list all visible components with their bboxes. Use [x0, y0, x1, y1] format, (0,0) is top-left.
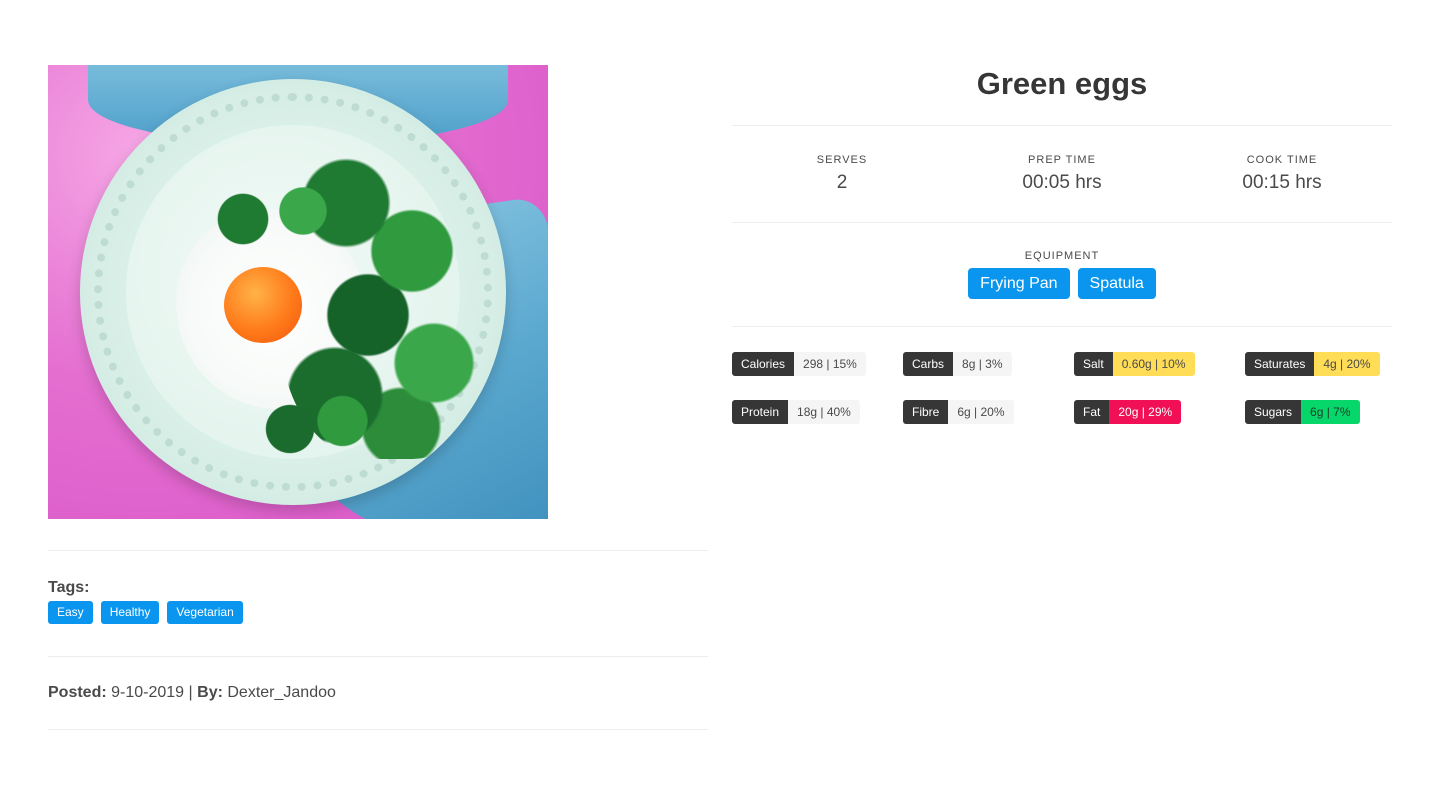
posted-separator: |: [188, 684, 193, 701]
stat-serves: SERVES 2: [732, 154, 952, 194]
posted-author[interactable]: Dexter_Jandoo: [227, 684, 336, 701]
nutrition-sugars-value: 6g | 7%: [1301, 400, 1360, 424]
stat-serves-label: SERVES: [816, 154, 868, 166]
recipe-stats: SERVES 2 PREP TIME 00:05 hrs COOK TIME 0…: [732, 126, 1392, 222]
nutrition-carbs-value: 8g | 3%: [953, 352, 1012, 376]
nutrition-protein-value: 18g | 40%: [788, 400, 860, 424]
nutrition-carbs-label: Carbs: [903, 352, 954, 376]
stat-cook-value: 00:15 hrs: [1242, 172, 1322, 193]
nutrition-fat-value: 20g | 29%: [1109, 400, 1182, 424]
nutrition-sugars: Sugars 6g | 7%: [1245, 400, 1416, 424]
photo-greens-bottom: [230, 389, 380, 469]
tags-label: Tags:: [48, 579, 90, 596]
nutrition-calories-label: Calories: [732, 352, 795, 376]
tag-vegetarian[interactable]: Vegetarian: [167, 601, 243, 624]
posted-date: 9-10-2019: [111, 684, 185, 701]
nutrition-fat-label: Fat: [1074, 400, 1110, 424]
photo-egg-yolk: [224, 267, 302, 343]
equipment-list: Frying Pan Spatula: [732, 268, 1392, 299]
posted-info: Posted: 9-10-2019 | By: Dexter_Jandoo: [48, 657, 708, 729]
photo-plate: [80, 79, 506, 505]
stat-prep: PREP TIME 00:05 hrs: [952, 154, 1172, 194]
tag-healthy[interactable]: Healthy: [100, 601, 160, 624]
nutrition-grid: Calories 298 | 15% Carbs 8g | 3% Salt 0.…: [732, 327, 1392, 424]
stat-prep-value: 00:05 hrs: [1022, 172, 1102, 193]
equipment-label: EQUIPMENT: [1024, 250, 1100, 262]
stat-cook-label: COOK TIME: [1246, 154, 1318, 166]
nutrition-calories: Calories 298 | 15%: [732, 352, 903, 376]
nutrition-protein: Protein 18g | 40%: [732, 400, 903, 424]
tag-easy[interactable]: Easy: [48, 601, 93, 624]
photo-greens-left: [198, 179, 348, 259]
nutrition-fibre-label: Fibre: [903, 400, 949, 424]
nutrition-fibre-value: 6g | 20%: [948, 400, 1014, 424]
stat-cook: COOK TIME 00:15 hrs: [1172, 154, 1392, 194]
nutrition-fat: Fat 20g | 29%: [1074, 400, 1245, 424]
nutrition-saturates: Saturates 4g | 20%: [1245, 352, 1416, 376]
nutrition-sugars-label: Sugars: [1245, 400, 1302, 424]
equipment-spatula[interactable]: Spatula: [1077, 268, 1156, 299]
divider-posted-bottom: [48, 729, 708, 730]
nutrition-salt: Salt 0.60g | 10%: [1074, 352, 1245, 376]
by-label: By:: [197, 684, 223, 701]
nutrition-calories-value: 298 | 15%: [794, 352, 866, 376]
nutrition-fibre: Fibre 6g | 20%: [903, 400, 1074, 424]
posted-label: Posted:: [48, 684, 107, 701]
recipe-title: Green eggs: [976, 66, 1148, 101]
recipe-right-column: Green eggs SERVES 2 PREP TIME 00:05 hrs …: [732, 65, 1392, 424]
stat-serves-value: 2: [836, 172, 848, 193]
equipment-section: EQUIPMENT Frying Pan Spatula: [732, 223, 1392, 326]
nutrition-saturates-label: Saturates: [1245, 352, 1315, 376]
nutrition-carbs: Carbs 8g | 3%: [903, 352, 1074, 376]
stat-prep-label: PREP TIME: [1028, 154, 1096, 166]
recipe-photo: [48, 65, 548, 519]
nutrition-salt-value: 0.60g | 10%: [1112, 352, 1195, 376]
equipment-frying-pan[interactable]: Frying Pan: [968, 268, 1070, 299]
nutrition-protein-label: Protein: [732, 400, 789, 424]
tags-section: Tags: Easy Healthy Vegetarian: [48, 551, 708, 656]
nutrition-salt-label: Salt: [1074, 352, 1113, 376]
nutrition-saturates-value: 4g | 20%: [1314, 352, 1380, 376]
tag-list: Easy Healthy Vegetarian: [48, 601, 708, 624]
recipe-left-column: Tags: Easy Healthy Vegetarian Posted: 9-…: [48, 65, 708, 730]
